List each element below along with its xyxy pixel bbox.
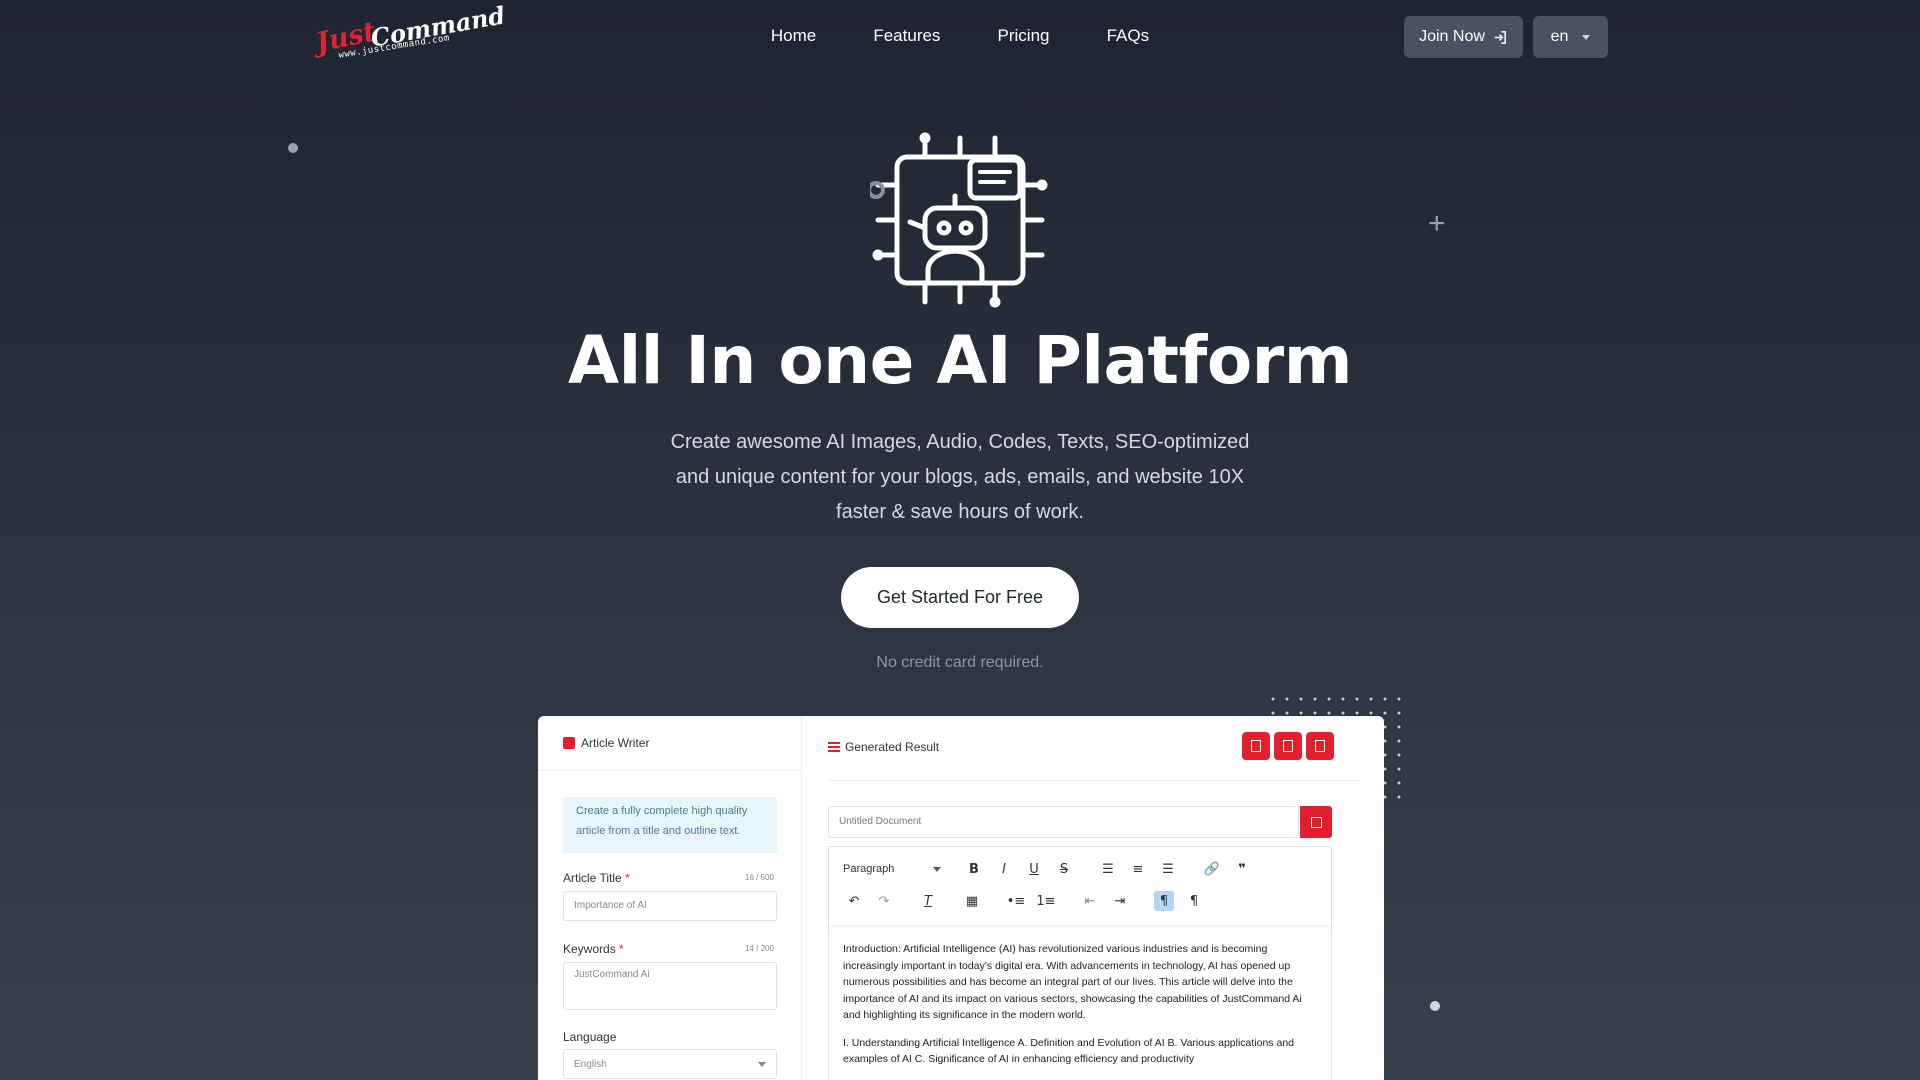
copy-icon bbox=[1315, 740, 1325, 752]
underline-icon[interactable]: U bbox=[1024, 859, 1044, 879]
keywords-label-text: Keywords bbox=[563, 942, 616, 956]
article-writer-header: Article Writer bbox=[538, 716, 801, 771]
table-icon[interactable]: ▦ bbox=[962, 891, 982, 911]
sign-in-icon bbox=[1494, 30, 1506, 44]
indent-icon[interactable]: ⇥ bbox=[1110, 891, 1130, 911]
rtl-direction-icon[interactable]: ¶ bbox=[1184, 891, 1204, 911]
language-select[interactable]: English bbox=[563, 1049, 777, 1079]
nav-features[interactable]: Features bbox=[873, 26, 940, 46]
article-writer-panel: Article Writer Create a fully complete h… bbox=[538, 716, 802, 1080]
save-icon bbox=[1310, 816, 1322, 828]
copy-button[interactable] bbox=[1306, 732, 1334, 760]
generated-result-title: Generated Result bbox=[845, 740, 940, 754]
decor-dot bbox=[1430, 1001, 1440, 1011]
editor-paragraph: Introduction: Artificial Intelligence (A… bbox=[843, 943, 1302, 1021]
generated-result-title-row: Generated Result bbox=[828, 740, 939, 754]
outdent-icon[interactable]: ⇤ bbox=[1080, 891, 1100, 911]
toolbar-row-1: Paragraph B I U S ☰ ≡ ☰ 🔗 ❞ bbox=[839, 857, 1257, 881]
block-format-value: Paragraph bbox=[843, 863, 895, 875]
language-dropdown[interactable]: en bbox=[1533, 16, 1608, 58]
nav-faqs[interactable]: FAQs bbox=[1107, 26, 1150, 46]
article-title-input[interactable]: Importance of AI bbox=[563, 891, 777, 921]
generated-result-panel: Generated Result Untitled Document Parag… bbox=[828, 716, 1384, 1080]
chevron-down-icon bbox=[1582, 34, 1591, 40]
document-title-input[interactable]: Untitled Document bbox=[828, 806, 1299, 838]
word-file-icon bbox=[1251, 740, 1261, 752]
pdf-file-icon bbox=[1283, 740, 1293, 752]
blockquote-icon[interactable]: ❞ bbox=[1232, 859, 1252, 879]
required-mark: * bbox=[619, 942, 624, 956]
keywords-label: Keywords * bbox=[563, 942, 624, 956]
editor-content[interactable]: Introduction: Artificial Intelligence (A… bbox=[843, 941, 1313, 1079]
toolbar-row-2: ↶ ↷ T ▦ •≡ 1≡ ⇤ ⇥ ¶ ¶ bbox=[839, 889, 1209, 913]
align-right-icon[interactable]: ☰ bbox=[1158, 859, 1178, 879]
numbered-list-icon[interactable]: 1≡ bbox=[1036, 891, 1056, 911]
decor-plus-icon: + bbox=[1428, 207, 1446, 240]
bullet-list-icon[interactable]: •≡ bbox=[1006, 891, 1026, 911]
no-credit-card-note: No credit card required. bbox=[876, 654, 1044, 671]
align-center-icon[interactable]: ≡ bbox=[1128, 859, 1148, 879]
language-label: Language bbox=[563, 1030, 617, 1044]
strikethrough-icon[interactable]: S bbox=[1054, 859, 1074, 879]
editor-toolbar: Paragraph B I U S ☰ ≡ ☰ 🔗 ❞ ↶ ↷ T ▦ •≡ 1… bbox=[829, 847, 1331, 925]
block-format-select[interactable]: Paragraph bbox=[839, 858, 945, 880]
edit-icon bbox=[563, 737, 575, 749]
align-left-icon[interactable]: ☰ bbox=[1098, 859, 1118, 879]
info-box: Create a fully complete high quality art… bbox=[563, 797, 777, 853]
ltr-direction-icon[interactable]: ¶ bbox=[1154, 891, 1174, 911]
hero-title: All In one AI Platform bbox=[568, 322, 1352, 399]
join-now-label: Join Now bbox=[1419, 28, 1485, 45]
export-pdf-button[interactable] bbox=[1274, 732, 1302, 760]
clear-formatting-icon[interactable]: T bbox=[918, 891, 938, 911]
keywords-textarea[interactable]: JustCommand Ai bbox=[563, 962, 777, 1010]
language-value: en bbox=[1550, 28, 1569, 45]
editor-paragraph: I. Understanding Artificial Intelligence… bbox=[843, 1036, 1294, 1066]
chevron-down-icon bbox=[933, 866, 941, 872]
get-started-button[interactable]: Get Started For Free bbox=[841, 567, 1079, 628]
keywords-count: 14 / 200 bbox=[745, 944, 774, 953]
generated-result-header: Generated Result bbox=[828, 716, 1360, 781]
bold-icon[interactable]: B bbox=[964, 859, 984, 879]
align-left-icon bbox=[828, 742, 840, 752]
nav-home[interactable]: Home bbox=[771, 26, 816, 46]
article-title-count: 16 / 500 bbox=[745, 873, 774, 882]
export-word-button[interactable] bbox=[1242, 732, 1270, 760]
article-title-label-text: Article Title bbox=[563, 871, 622, 885]
nav-pricing[interactable]: Pricing bbox=[998, 26, 1050, 46]
article-writer-title: Article Writer bbox=[581, 736, 650, 750]
join-now-button[interactable]: Join Now bbox=[1404, 16, 1523, 58]
hero-subtitle: Create awesome AI Images, Audio, Codes, … bbox=[670, 431, 1250, 523]
required-mark: * bbox=[625, 871, 630, 885]
link-icon[interactable]: 🔗 bbox=[1202, 859, 1222, 879]
app-preview: Article Writer Create a fully complete h… bbox=[538, 716, 1384, 1080]
chevron-down-icon bbox=[758, 1061, 766, 1067]
article-title-label: Article Title * bbox=[563, 871, 630, 885]
robot-chip-icon bbox=[870, 132, 1048, 308]
main-nav: Home Features Pricing FAQs bbox=[0, 26, 1920, 46]
language-select-value: English bbox=[574, 1058, 607, 1070]
redo-icon[interactable]: ↷ bbox=[874, 891, 894, 911]
italic-icon[interactable]: I bbox=[994, 859, 1014, 879]
rich-text-editor[interactable]: Paragraph B I U S ☰ ≡ ☰ 🔗 ❞ ↶ ↷ T ▦ •≡ 1… bbox=[828, 846, 1332, 1080]
undo-icon[interactable]: ↶ bbox=[844, 891, 864, 911]
decor-dot bbox=[288, 143, 298, 153]
save-document-button[interactable] bbox=[1300, 806, 1332, 838]
